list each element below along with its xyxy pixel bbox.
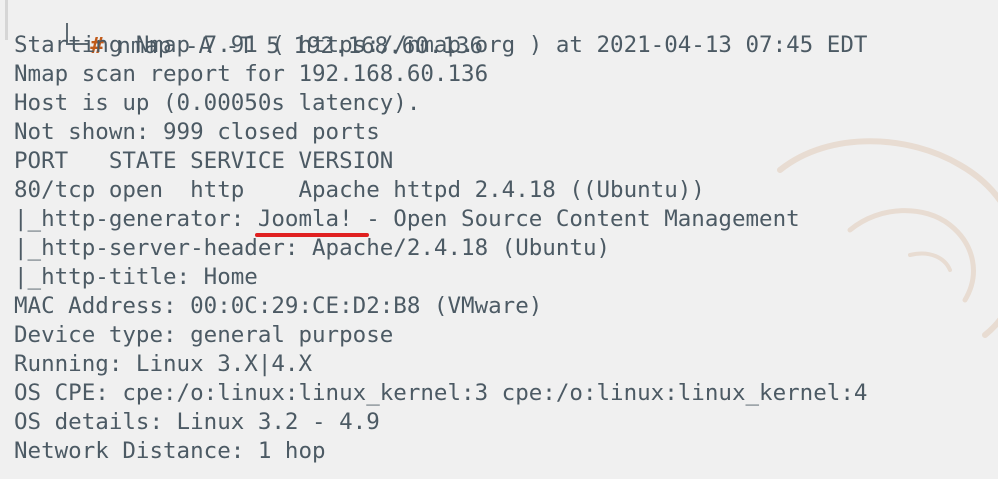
output-line-http-generator: |_http-generator: Joomla! - Open Source … <box>14 206 800 232</box>
output-line-os-details: OS details: Linux 3.2 - 4.9 <box>14 409 380 435</box>
terminal-window[interactable]: # nmap -A -T 5 192.168.60.136 Starting N… <box>0 0 998 479</box>
command-line: # nmap -A -T 5 192.168.60.136 <box>12 2 483 59</box>
prompt-guide-line <box>5 0 8 40</box>
output-line-scan-report: Nmap scan report for 192.168.60.136 <box>14 61 489 87</box>
output-line-not-shown: Not shown: 999 closed ports <box>14 119 380 145</box>
output-line-running: Running: Linux 3.X|4.X <box>14 351 313 377</box>
output-line-http-server-header: |_http-server-header: Apache/2.4.18 (Ubu… <box>14 235 611 261</box>
output-line-device-type: Device type: general purpose <box>14 322 394 348</box>
output-line-port-header: PORT STATE SERVICE VERSION <box>14 148 394 174</box>
output-line-os-cpe: OS CPE: cpe:/o:linux:linux_kernel:3 cpe:… <box>14 380 868 406</box>
output-line-host-status: Host is up (0.00050s latency). <box>14 90 421 116</box>
output-line-network-distance: Network Distance: 1 hop <box>14 438 326 464</box>
output-line-mac-address: MAC Address: 00:0C:29:CE:D2:B8 (VMware) <box>14 293 543 319</box>
output-line-port-80: 80/tcp open http Apache httpd 2.4.18 ((U… <box>14 177 705 203</box>
output-line-start: Starting Nmap 7.91 ( https://nmap.org ) … <box>14 32 868 58</box>
output-line-http-title: |_http-title: Home <box>14 264 258 290</box>
